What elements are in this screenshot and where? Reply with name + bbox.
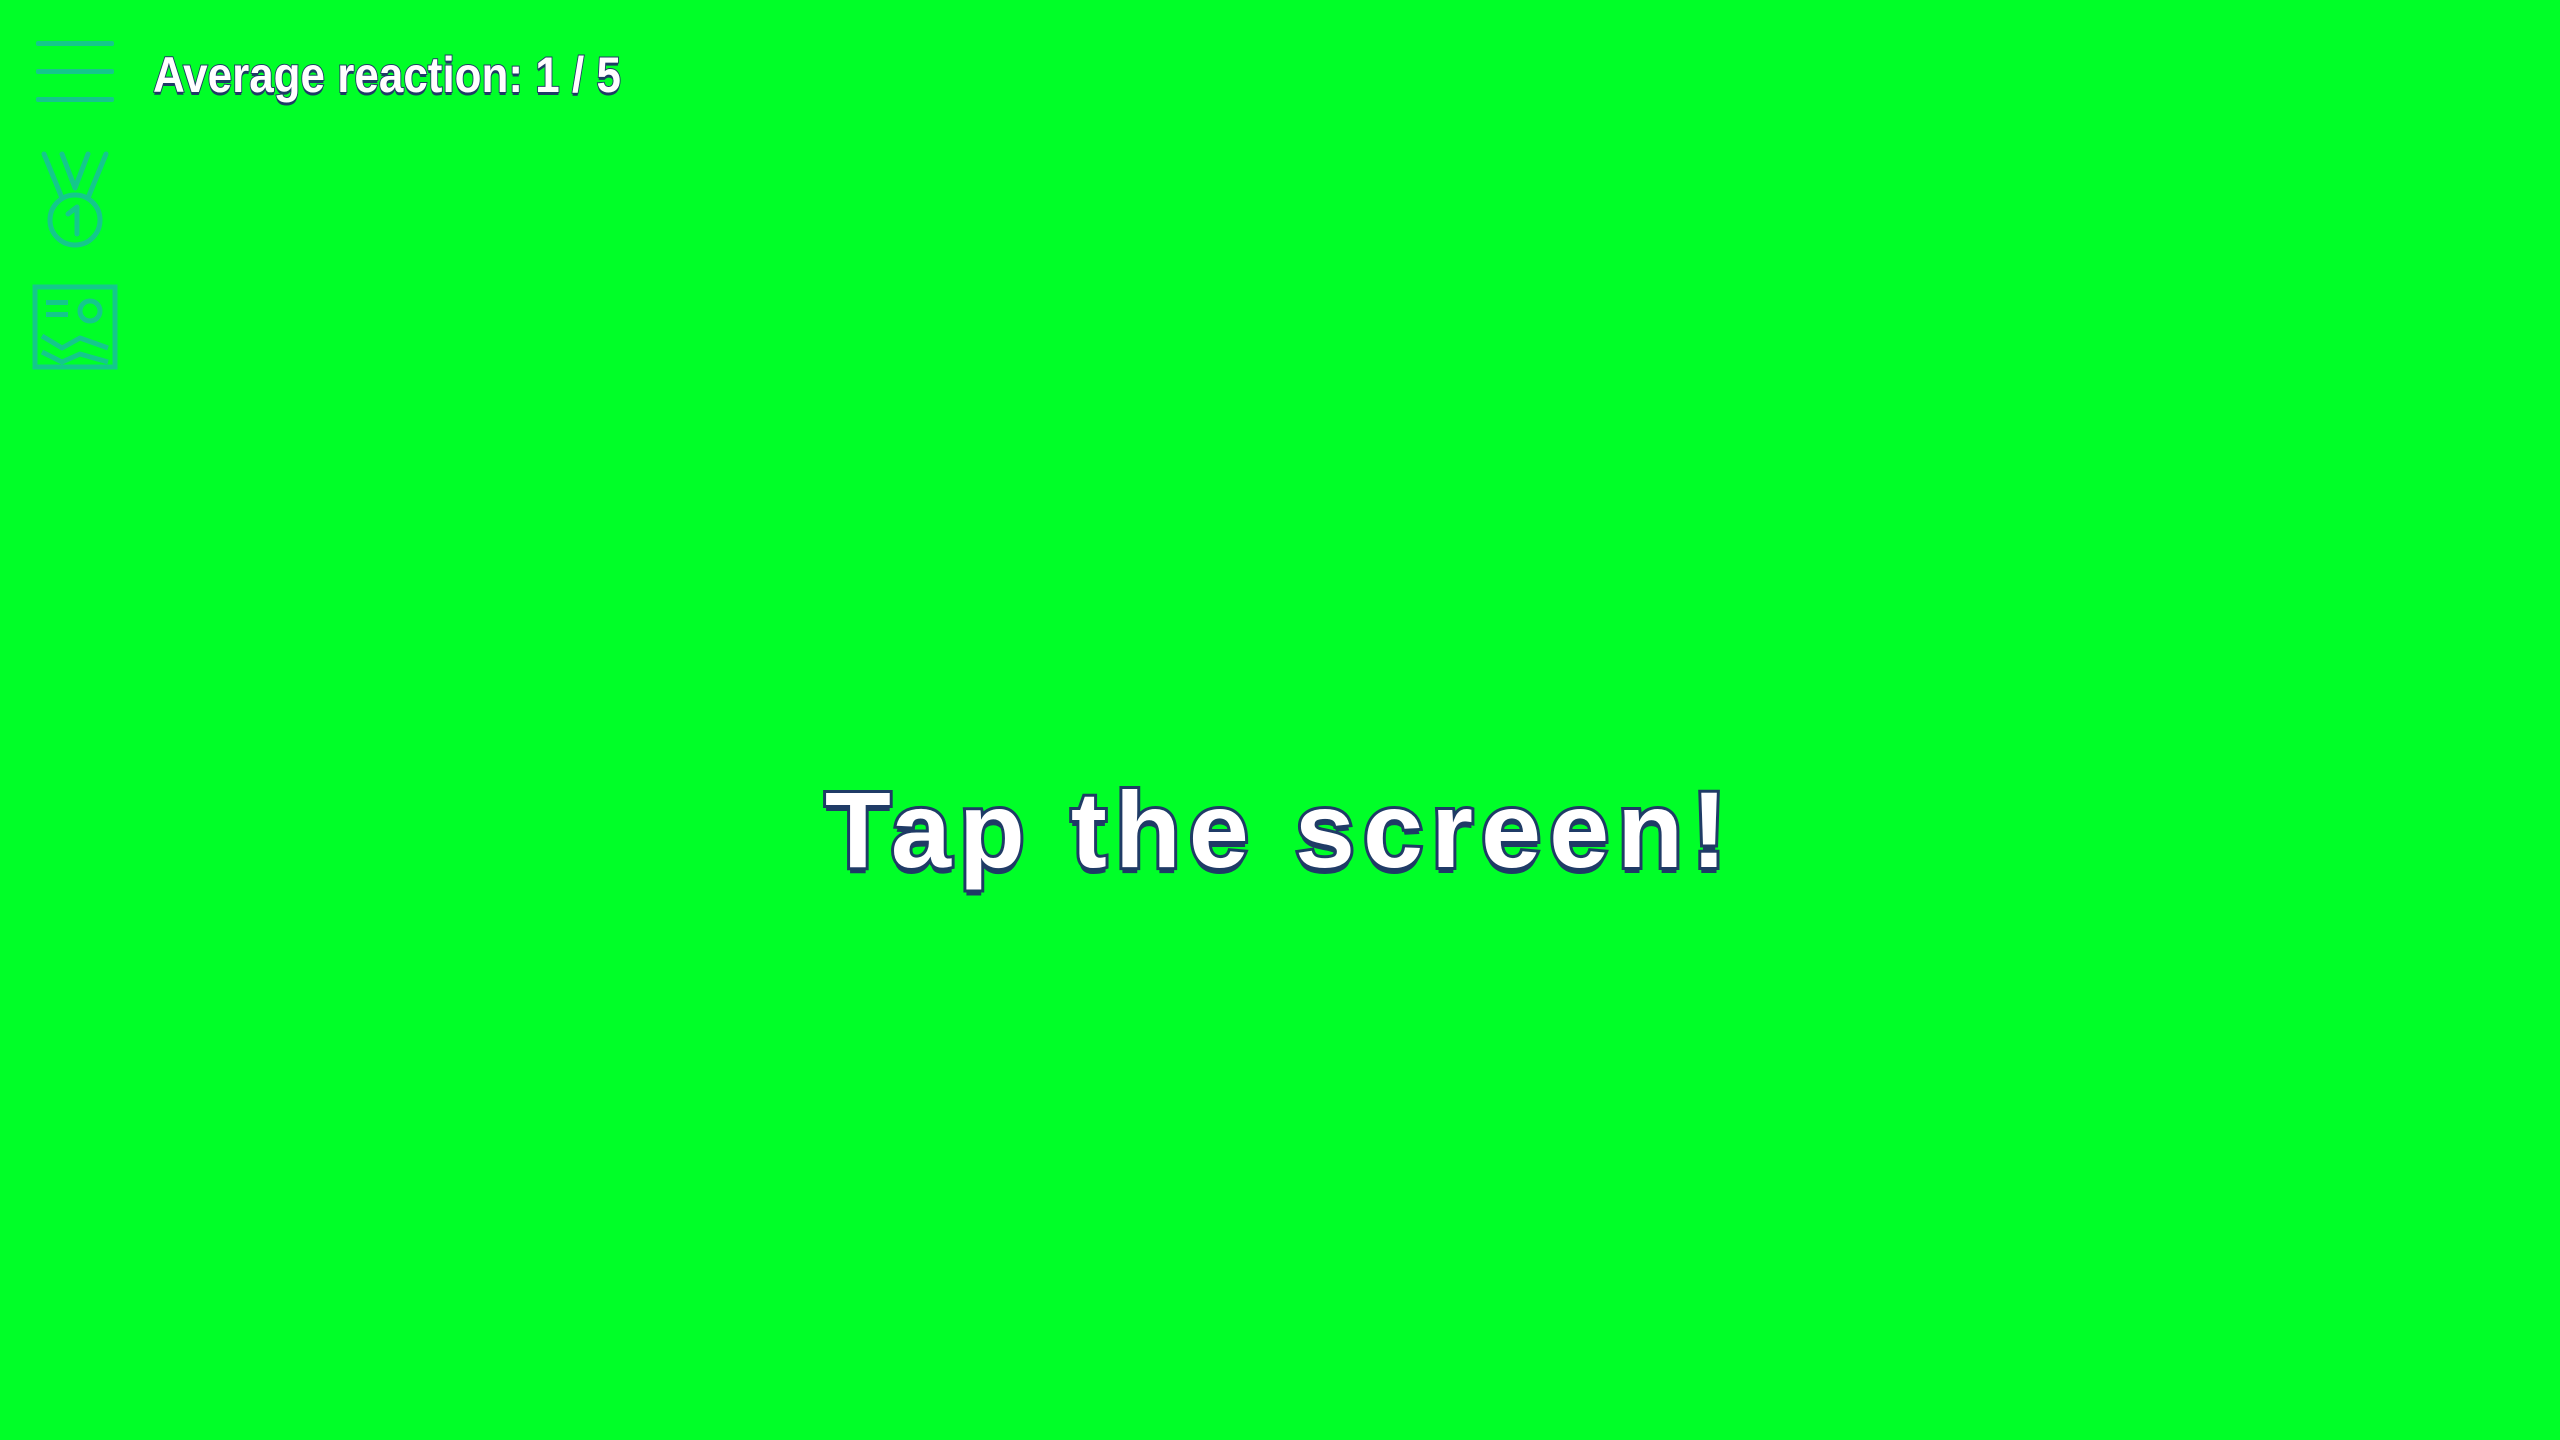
gallery-icon	[32, 284, 118, 370]
medal-icon	[41, 151, 109, 248]
leaderboard-button[interactable]	[32, 148, 118, 252]
average-reaction-status: Average reaction: 1 / 5	[152, 46, 622, 104]
gallery-button[interactable]	[32, 284, 118, 370]
menu-icon	[36, 41, 114, 102]
menu-button[interactable]	[32, 31, 118, 111]
game-tap-area[interactable]	[0, 0, 2560, 1440]
tap-prompt: Tap the screen!	[822, 767, 1736, 893]
